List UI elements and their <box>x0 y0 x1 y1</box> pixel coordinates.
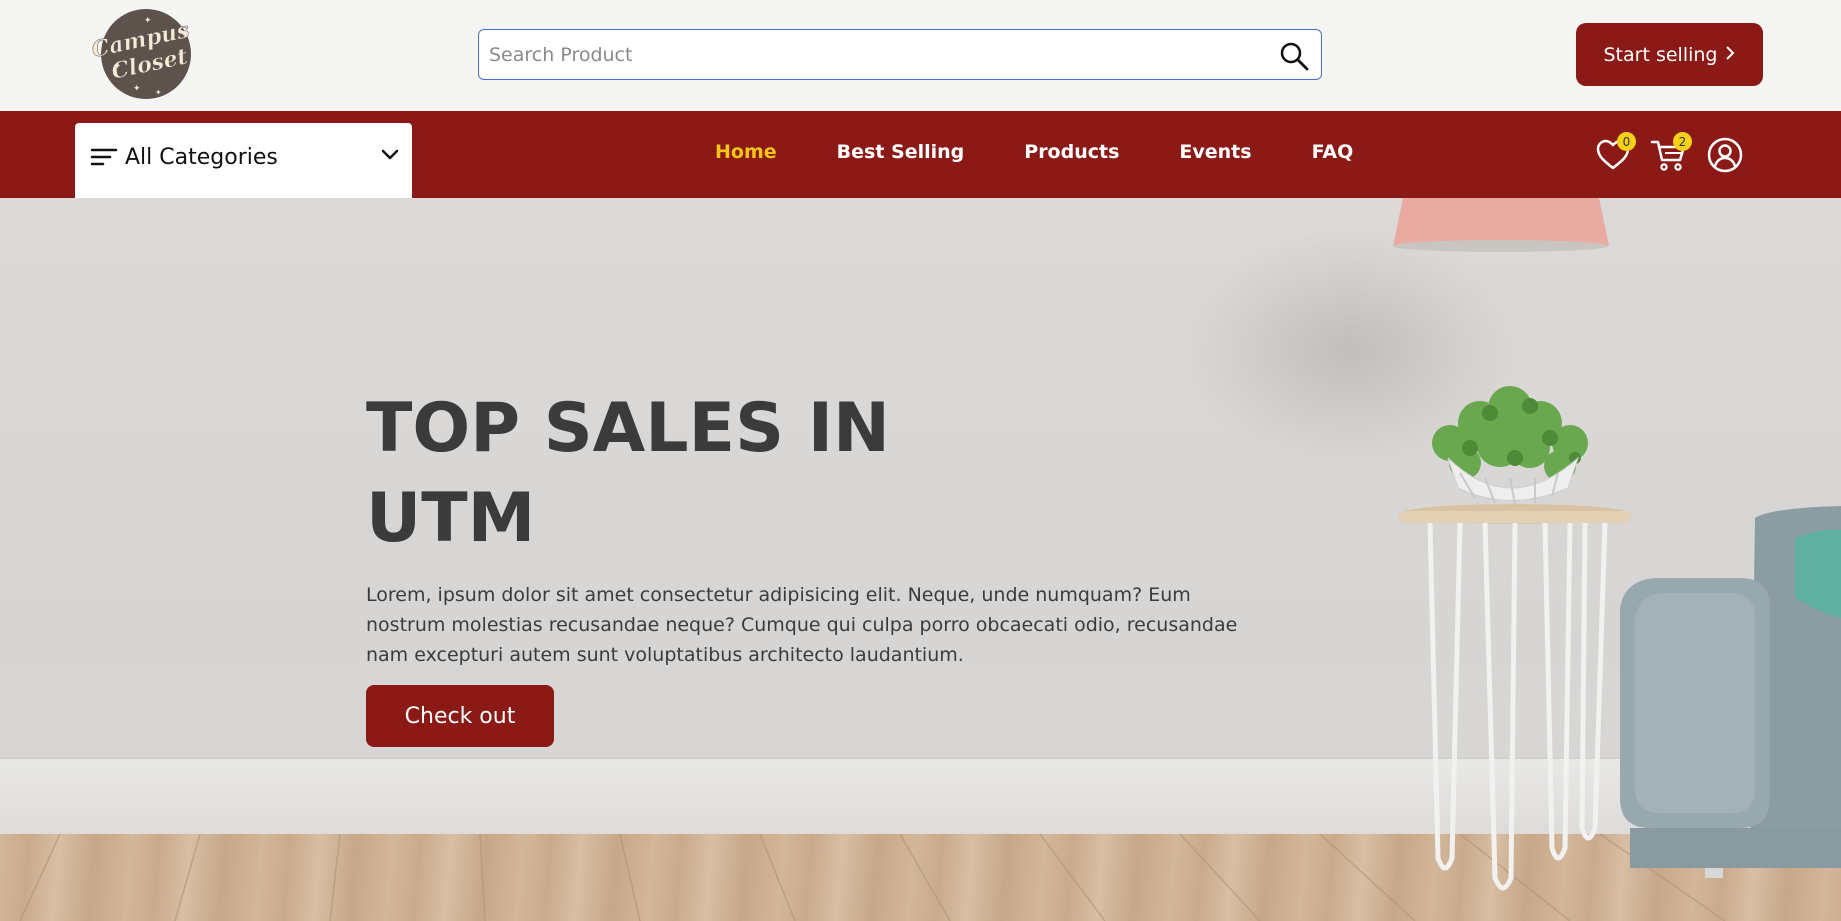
side-table-with-plant <box>1399 386 1631 891</box>
start-selling-button[interactable]: Start selling <box>1576 23 1763 86</box>
menu-lines-icon <box>90 146 118 170</box>
svg-text:✦: ✦ <box>133 84 141 94</box>
hero-title: TOP SALES IN UTM <box>366 384 1066 564</box>
check-out-button[interactable]: Check out <box>366 685 554 747</box>
top-header: Campus Closet ✦ ✦ ✦ ✦ ✦ Start selling <box>0 0 1841 111</box>
main-navbar: All Categories Home Best Selling Product… <box>0 111 1841 198</box>
user-circle-icon <box>1706 137 1744 178</box>
svg-text:✦: ✦ <box>181 30 188 39</box>
search-icon[interactable] <box>1279 41 1309 71</box>
wishlist-button[interactable]: 0 <box>1594 132 1636 174</box>
pendant-lamp <box>1393 198 1609 252</box>
svg-text:✦: ✦ <box>144 16 152 26</box>
hero-title-line2: UTM <box>366 479 536 558</box>
start-selling-label: Start selling <box>1603 43 1718 66</box>
hero-description: Lorem, ipsum dolor sit amet consectetur … <box>366 584 1238 666</box>
wishlist-count-badge: 0 <box>1617 132 1636 151</box>
categories-label: All Categories <box>125 145 278 170</box>
chevron-down-icon <box>380 145 400 165</box>
nav-link-events[interactable]: Events <box>1179 141 1251 163</box>
shopping-cart-icon <box>1650 140 1688 178</box>
hero-banner: TOP SALES IN UTM Lorem, ipsum dolor sit … <box>0 198 1841 921</box>
nav-link-best-selling[interactable]: Best Selling <box>837 141 965 163</box>
campus-closet-logo[interactable]: Campus Closet ✦ ✦ ✦ ✦ ✦ <box>87 7 205 101</box>
nav-link-faq[interactable]: FAQ <box>1312 141 1354 163</box>
svg-text:✦: ✦ <box>113 61 121 72</box>
cart-count-badge: 2 <box>1673 132 1692 151</box>
nav-link-home[interactable]: Home <box>715 141 777 163</box>
search-bar[interactable] <box>478 29 1322 80</box>
nav-links: Home Best Selling Products Events FAQ <box>715 141 1413 163</box>
armchair <box>1620 506 1841 878</box>
svg-text:✦: ✦ <box>155 88 162 97</box>
nav-link-products[interactable]: Products <box>1024 141 1119 163</box>
heart-icon <box>1594 139 1632 178</box>
search-input[interactable] <box>489 38 1249 72</box>
all-categories-dropdown[interactable]: All Categories <box>75 123 412 198</box>
chevron-right-icon <box>1725 44 1735 66</box>
user-profile-button[interactable] <box>1706 136 1744 174</box>
cart-button[interactable]: 2 <box>1650 132 1692 174</box>
hero-title-line1: TOP SALES IN <box>366 389 890 468</box>
